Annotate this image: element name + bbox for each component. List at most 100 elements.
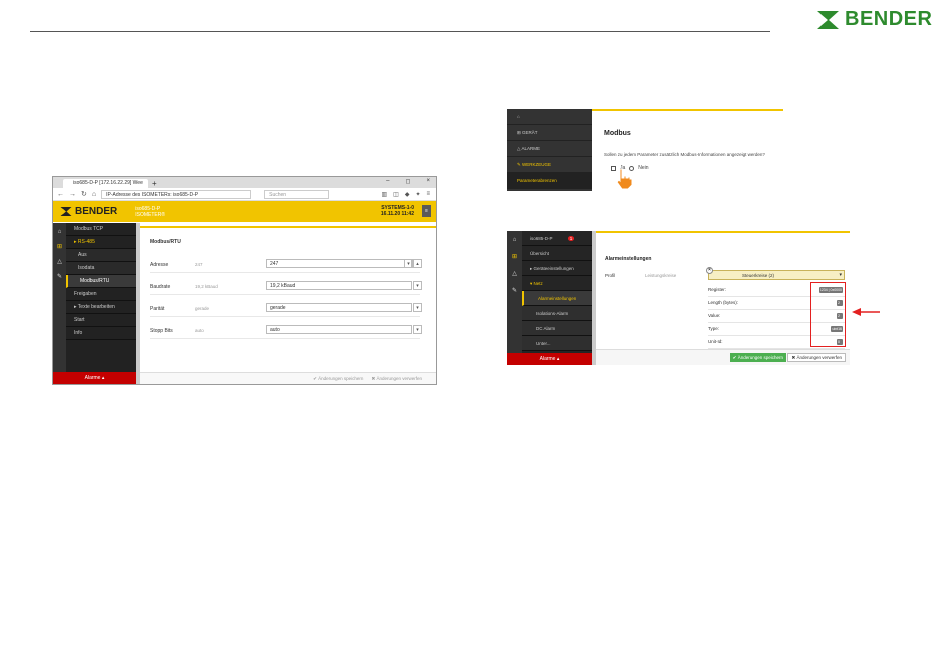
param-select[interactable]: auto — [266, 325, 412, 334]
tools-icon[interactable]: ✎ — [57, 273, 62, 280]
maximize-icon[interactable]: ◻ — [406, 178, 411, 185]
panel-footer: ✔ Änderungen speichern ✖ Änderungen verw… — [596, 349, 850, 365]
menu-button[interactable]: ≡ — [422, 205, 431, 217]
sidebar-item[interactable]: ✎ WERKZEUGE — [507, 157, 592, 173]
extension-icon[interactable]: ✦ — [415, 191, 420, 198]
sidebar-item-active[interactable]: Alarmeinstellungen — [522, 291, 592, 306]
sidebar-item[interactable]: Isodata — [66, 262, 136, 275]
home-icon[interactable]: ⌂ — [513, 237, 517, 243]
sidebar: iso685-D-P 1 Übersicht ▸ Geräteeinstellu… — [522, 231, 592, 365]
param-current: 247 — [195, 262, 203, 267]
reload-icon[interactable]: ↻ — [81, 190, 87, 198]
hamburger-icon[interactable]: ≡ — [426, 191, 430, 198]
sidebar-item[interactable]: ⊞ GERÄT — [507, 125, 592, 141]
sidebar-item[interactable]: △ ALARME — [507, 141, 592, 157]
close-modbus-info-icon[interactable]: × — [706, 267, 713, 274]
profile-label: Profil — [605, 273, 616, 278]
param-current: gerade — [195, 306, 210, 311]
highlight-box — [810, 282, 846, 347]
new-tab-button[interactable]: + — [152, 179, 157, 188]
param-current: auto — [195, 328, 204, 333]
device-icon[interactable]: ⊞ — [57, 243, 62, 250]
save-button[interactable]: ✔ Änderungen speichern — [313, 376, 363, 382]
sidebar-icon[interactable]: ◫ — [393, 191, 399, 198]
param-label: Baudrate — [150, 284, 171, 290]
minimize-icon[interactable]: – — [386, 178, 389, 185]
sidebar-item[interactable]: Isolations-Alarm — [522, 306, 592, 321]
sidebar-item[interactable]: Aus — [66, 249, 136, 262]
device-header: iso685-D-P 1 — [522, 231, 592, 246]
app-header: BENDER iso685-D-P ISOMETER® SYSTEMS-1-0 … — [53, 201, 436, 222]
param-row: Stopp Bits auto auto ▾ — [150, 323, 422, 339]
chevron-down-icon[interactable]: ▾ — [413, 325, 422, 334]
modbus-screenshot: ⌂ ⊞ GERÄT △ ALARME ✎ WERKZEUGE Parameter… — [507, 109, 783, 191]
save-button[interactable]: ✔ Änderungen speichern — [729, 353, 786, 362]
alarm-settings-screenshot: ⌂ ⊞ △ ✎ iso685-D-P 1 Übersicht ▸ Gerätee… — [507, 231, 850, 365]
home-icon[interactable]: ⌂ — [58, 229, 62, 235]
bender-logo: BENDER — [815, 8, 932, 31]
alarm-icon[interactable]: △ — [57, 258, 62, 265]
sidebar-item[interactable]: DC Alarm — [522, 321, 592, 336]
search-input[interactable]: Suchen — [264, 189, 330, 199]
device-icon[interactable]: ⊞ — [512, 253, 517, 260]
system-info: SYSTEMS-1-0 16.11.20 11:42 — [380, 205, 414, 217]
chevron-down-icon[interactable]: ▾ — [413, 303, 422, 312]
hand-pointer-icon — [616, 168, 633, 190]
param-label: Parität — [150, 306, 165, 312]
bender-logo-icon — [817, 10, 839, 29]
param-current: 19,2 kBaud — [195, 284, 218, 289]
sidebar: Modbus TCP ▸ RS-485 Aus Isodata Modbus/R… — [53, 223, 136, 384]
sidebar-item-active[interactable]: Modbus/RTU — [66, 275, 136, 288]
sidebar-item[interactable]: ▸ RS-485 — [66, 236, 136, 249]
alarm-button[interactable]: Alarme ▴ — [53, 372, 136, 384]
param-row: Baudrate 19,2 kBaud 19,2 kBaud ▾ — [150, 279, 422, 295]
app-brand: BENDER — [75, 206, 118, 217]
param-input[interactable]: 247 — [266, 259, 412, 268]
close-icon[interactable]: × — [426, 178, 430, 185]
back-icon[interactable]: ← — [57, 191, 64, 198]
alarm-button[interactable]: Alarme ▴ — [507, 353, 592, 365]
sidebar-item[interactable]: ▸ Texte bearbeiten — [66, 301, 136, 314]
sidebar-item[interactable]: ▾ Netz — [522, 276, 592, 291]
forward-icon[interactable]: → — [69, 191, 76, 198]
tools-icon[interactable]: ✎ — [512, 287, 517, 294]
device-name: iso685-D-P ISOMETER® — [135, 205, 166, 218]
panel-footer: ✔ Änderungen speichern ✖ Änderungen verw… — [140, 372, 436, 384]
sidebar-item[interactable]: ▸ Geräteeinstellungen — [522, 261, 592, 276]
sidebar-item[interactable]: Unter... — [522, 336, 592, 351]
param-select[interactable]: 19,2 kBaud — [266, 281, 412, 290]
scrollbar[interactable] — [592, 231, 596, 365]
library-icon[interactable]: ▥ — [381, 191, 387, 198]
browser-screenshot: iso685-D-P [172.16.22.29] Wee + – ◻ × ← … — [52, 176, 437, 385]
home-icon: ⌂ — [517, 114, 520, 119]
sidebar-item-start[interactable]: ⌂ — [507, 109, 592, 125]
sidebar-item[interactable]: Übersicht — [522, 246, 592, 261]
sidebar-item[interactable]: Modbus TCP — [66, 223, 136, 236]
discard-button[interactable]: ✖ Änderungen verwerfen — [787, 353, 846, 362]
home-icon[interactable]: ⌂ — [92, 191, 96, 198]
chevron-down-icon[interactable]: ▾ — [413, 281, 422, 290]
increment-button[interactable]: ▴ — [413, 259, 422, 268]
decrement-button[interactable]: ▾ — [404, 259, 413, 268]
discard-button[interactable]: ✖ Änderungen verwerfen — [371, 376, 422, 382]
param-label: Stopp Bits — [150, 328, 173, 334]
sidebar-item[interactable]: Info — [66, 327, 136, 340]
profile-select[interactable]: Steuerkreise (2) ▾ — [708, 270, 845, 280]
chevron-down-icon: ▾ — [839, 272, 842, 278]
address-bar[interactable]: IP-Adresse des ISOMETERs: iso685-D-P — [101, 189, 252, 199]
sidebar-item-active[interactable]: Parameterabrenzen — [507, 173, 592, 189]
page-title: Modbus — [604, 130, 631, 137]
sidebar-item[interactable]: Freigaben — [66, 288, 136, 301]
sidebar: ⌂ ⊞ GERÄT △ ALARME ✎ WERKZEUGE Parameter… — [507, 109, 592, 191]
app-logo: BENDER — [59, 206, 117, 217]
browser-tab[interactable]: iso685-D-P [172.16.22.29] Wee — [63, 179, 148, 188]
shield-icon[interactable]: ◆ — [405, 191, 410, 198]
browser-tabbar: iso685-D-P [172.16.22.29] Wee + – ◻ × — [53, 177, 436, 188]
param-label: Adresse — [150, 262, 169, 268]
sidebar-item[interactable]: Start — [66, 314, 136, 327]
content-panel: Modbus/RTU Adresse 247 247 ▾ ▴ Baudrate … — [140, 223, 436, 384]
alarm-icon[interactable]: △ — [512, 270, 517, 277]
param-row: Parität gerade gerade ▾ — [150, 301, 422, 317]
param-select[interactable]: gerade — [266, 303, 412, 312]
profile-current: Leistungskreise — [645, 273, 677, 278]
